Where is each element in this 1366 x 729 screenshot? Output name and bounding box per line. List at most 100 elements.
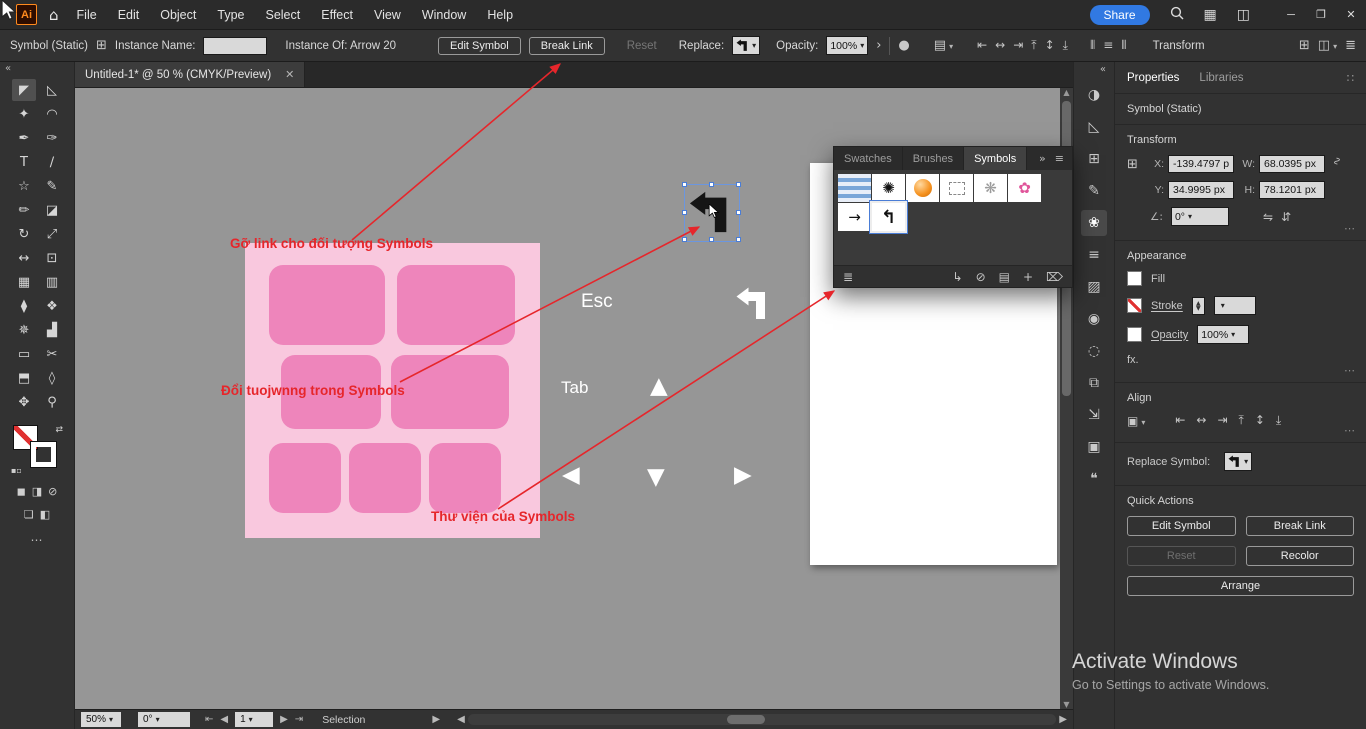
menu-item[interactable]: File [77,8,97,22]
swap-fill-stroke-icon[interactable]: ⇄ [55,425,63,435]
opacity-more-icon[interactable]: › [876,38,881,53]
toolbar-collapse-icon[interactable]: « [0,62,74,75]
column-graph-tool[interactable]: ▟ [40,319,64,341]
last-artboard-icon[interactable]: ⇥ [295,714,303,725]
workspace-icon[interactable]: ⊞ [1299,38,1310,53]
selection-handle[interactable] [709,182,714,187]
align-left-icon[interactable]: ⇤ [977,38,987,53]
blend-tool[interactable]: ❖ [40,295,64,317]
rotation-select[interactable]: 0° [138,712,190,727]
arrange-button[interactable]: Arrange [1127,576,1354,596]
previous-artboard-icon[interactable]: ◀ [220,714,228,725]
tab-brushes[interactable]: Brushes [903,147,964,170]
symbol-thumb-flower-pink[interactable]: ✿ [1008,174,1041,202]
opacity-select[interactable]: 100% [1197,325,1249,344]
tab-properties[interactable]: Properties [1127,72,1179,84]
symbol-sprayer-tool[interactable]: ✵ [12,319,36,341]
artboard-number-select[interactable]: 1 [235,712,273,727]
first-artboard-icon[interactable]: ⇤ [205,714,213,725]
reference-point-icon[interactable]: ⊞ [96,38,107,53]
scroll-down-icon[interactable]: ▼ [1063,700,1069,709]
menu-item[interactable]: Type [217,8,244,22]
selection-tool[interactable]: ◤ [12,79,36,101]
slice-tool[interactable]: ✂ [40,343,64,365]
align-bottom-icon[interactable]: ⤓ [1276,413,1281,428]
selected-symbol-instance[interactable] [684,184,740,242]
symbol-options-icon[interactable]: ▤ [999,270,1010,284]
close-button[interactable]: ✕ [1336,0,1366,30]
align-center-horizontal-icon[interactable]: ↔ [995,38,1005,53]
selection-handle[interactable] [682,182,687,187]
menu-item[interactable]: Object [160,8,196,22]
selection-handle[interactable] [682,237,687,242]
libraries-panel-icon[interactable]: ⊞ [1081,146,1107,172]
delete-symbol-icon[interactable]: ⌦ [1046,270,1063,284]
document-tab[interactable]: Untitled-1* @ 50 % (CMYK/Preview) ✕ [75,62,305,87]
tab-libraries[interactable]: Libraries [1199,72,1243,84]
symbol-thumb-splatter[interactable]: ✺ [872,174,905,202]
hand-tool[interactable]: ✥ [12,391,36,413]
asset-export-panel-icon[interactable]: ⇲ [1081,402,1107,428]
selection-handle[interactable] [682,210,687,215]
tab-close-icon[interactable]: ✕ [285,68,294,81]
properties-menu-icon[interactable]: ∷ [1347,71,1354,85]
h-input[interactable] [1259,181,1325,199]
rotation-select[interactable]: 0° [1171,207,1229,226]
3d-panel-icon[interactable]: ◉ [1081,306,1107,332]
default-fill-stroke-icon[interactable]: ▪▫ [11,466,22,475]
symbol-thumb-arrow-right[interactable]: → [838,203,871,231]
align-right-icon[interactable]: ⇥ [1217,413,1227,428]
next-artboard-icon[interactable]: ▶ [280,714,288,725]
symbols-panel-icon[interactable]: ❀ [1081,210,1107,236]
recolor-artwork-icon[interactable]: ● [898,38,909,53]
free-transform-tool[interactable]: ⊡ [40,247,64,269]
scale-tool[interactable]: ⤢ [40,223,64,245]
more-options-icon[interactable]: ⋯ [1344,222,1356,235]
shape-panel-icon[interactable]: ◺ [1081,114,1107,140]
share-button[interactable]: Share [1090,5,1150,25]
align-top-icon[interactable]: ⤒ [1031,38,1036,53]
horizontal-scroll-thumb[interactable] [727,715,765,724]
panel-menu-icon[interactable]: ≡ [1055,152,1064,165]
menu-item[interactable]: Edit [118,8,140,22]
gradient-tool[interactable]: ▥ [40,271,64,293]
brushes-panel-icon[interactable]: ✎ [1081,178,1107,204]
apps-grid-icon[interactable]: ▦ [1204,7,1217,23]
search-icon[interactable] [1170,6,1184,23]
w-input[interactable] [1259,155,1325,173]
menu-item[interactable]: View [374,8,401,22]
replace-symbol-dropdown[interactable] [732,36,760,55]
effects-fx-label[interactable]: fx. [1127,354,1139,366]
gradient-mode-icon[interactable]: ◨ [32,485,42,498]
document-setup-icon[interactable]: ▤ [934,38,953,53]
symbol-thumb-orb[interactable] [906,174,939,202]
mesh-tool[interactable]: ▦ [12,271,36,293]
edit-symbol-button[interactable]: Edit Symbol [438,37,521,55]
more-options-icon[interactable]: ⋯ [1344,364,1356,377]
stroke-label[interactable]: Stroke [1151,300,1183,312]
normal-screen-icon[interactable]: ❏ [24,508,34,521]
selection-handle[interactable] [736,237,741,242]
comments-panel-icon[interactable]: ❝ [1081,466,1107,492]
minimize-button[interactable]: ─ [1276,0,1306,30]
opacity-swatch[interactable] [1127,327,1142,342]
width-tool[interactable]: ↔ [12,247,36,269]
stroke-panel-icon[interactable]: ≡ [1081,242,1107,268]
perspective-grid-tool[interactable]: ◊ [40,367,64,389]
selection-handle[interactable] [736,210,741,215]
align-center-vertical-icon[interactable]: ↕ [1255,413,1265,428]
lasso-tool[interactable]: ◠ [40,103,64,125]
toolbar-more-icon[interactable]: ⋯ [0,533,74,547]
flip-vertical-icon[interactable]: ⇵ [1281,210,1291,224]
opacity-dropdown[interactable]: 100% [826,36,868,55]
scroll-right-icon[interactable]: ▶ [1059,714,1067,725]
direct-selection-tool[interactable]: ◺ [40,79,64,101]
shape-builder-tool[interactable]: ⬒ [12,367,36,389]
fill-swatch[interactable] [1127,271,1142,286]
controlbar-menu-icon[interactable]: ≣ [1345,38,1356,53]
align-to-dropdown[interactable]: ▣ [1127,414,1145,428]
more-options-icon[interactable]: ⋯ [1344,424,1356,437]
gradient-panel-icon[interactable]: ▨ [1081,274,1107,300]
symbol-thumb-arrow-20[interactable]: ↰ [872,203,905,231]
layers-panel-icon[interactable]: ⧉ [1081,370,1107,396]
